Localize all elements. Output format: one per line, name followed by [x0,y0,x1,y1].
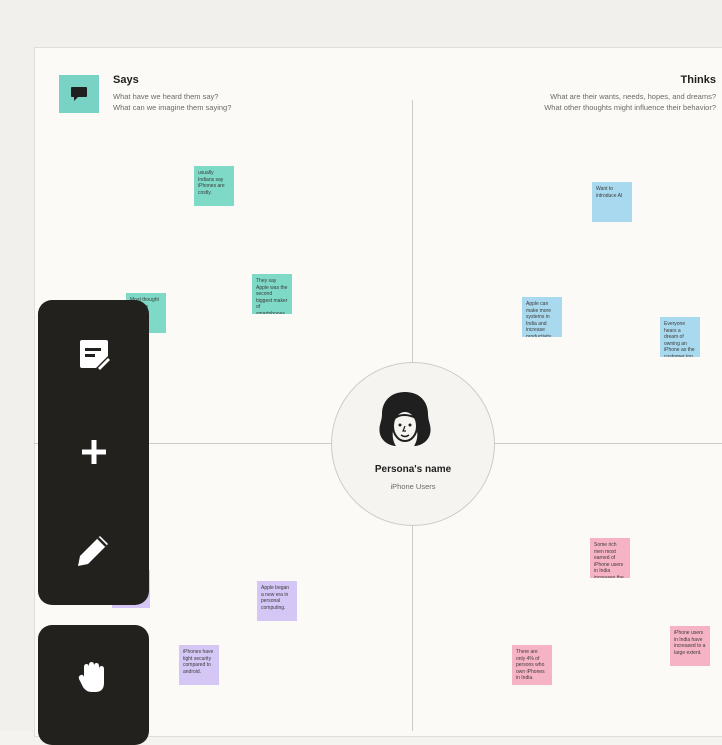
says-quadrant-icon [59,75,99,113]
sticky-note[interactable]: Some rich men most earned of iPhone user… [590,538,630,578]
says-prompt-2: What can we imagine them saying? [113,103,232,112]
add-tool[interactable] [38,412,149,492]
pencil-icon [77,536,108,566]
thinks-prompt-2: What other thoughts might influence thei… [544,103,716,112]
sticky-note[interactable]: Want to introduce AI [592,182,632,222]
hand-icon [78,662,104,692]
sticky-note-tool[interactable] [38,314,149,394]
says-title: Says [113,74,139,86]
sticky-note[interactable]: usually Indians say iPhones are costly. [194,166,234,206]
sticky-note-icon [79,340,110,370]
thinks-title: Thinks [680,74,716,86]
persona-role: iPhone Users [390,482,436,491]
hand-tool-panel [38,625,149,745]
says-subtitle: What have we heard them say? What can we… [113,91,231,113]
speech-bubble-icon [71,87,87,101]
pen-tool[interactable] [38,510,149,590]
pan-tool[interactable] [38,637,149,717]
persona-name: Persona's name [374,464,452,475]
sticky-note[interactable]: iPhone users in India have increased to … [670,626,710,666]
sticky-note[interactable]: They say Apple was the second biggest ma… [252,274,292,314]
sticky-note[interactable]: iPhones have tight security compared to … [179,645,219,685]
plus-icon [81,440,106,464]
thinks-prompt-1: What are their wants, needs, hopes, and … [550,92,716,101]
sticky-note[interactable]: Apple can make more systems in India and… [522,297,562,337]
sticky-note[interactable]: Apple began a new era in personal comput… [257,581,297,621]
tool-palette [38,300,149,605]
sticky-note[interactable]: There are only 4% of persons who own iPh… [512,645,552,685]
thinks-subtitle: What are their wants, needs, hopes, and … [544,91,716,113]
says-prompt-1: What have we heard them say? [113,92,219,101]
sticky-note[interactable]: Everyone hears a dream of owning an iPho… [660,317,700,357]
persona-avatar-icon [379,392,431,446]
